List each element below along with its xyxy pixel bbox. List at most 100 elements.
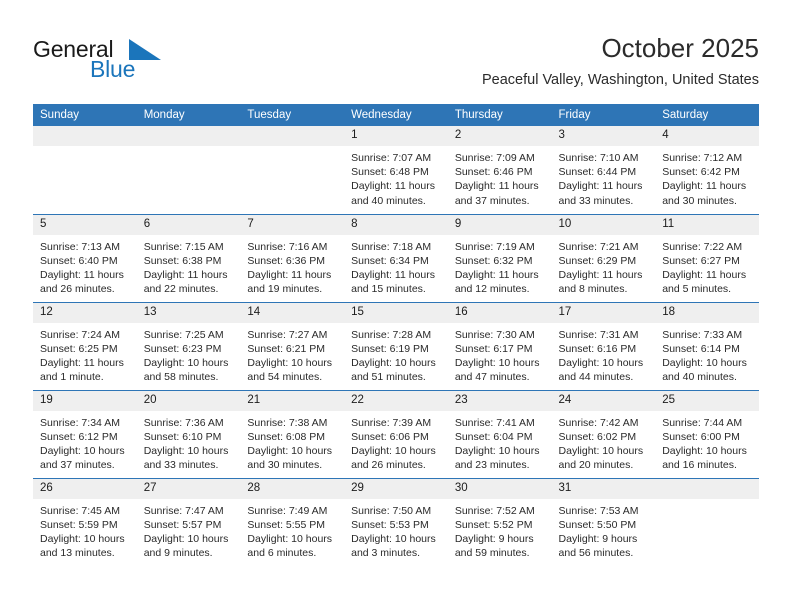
day-number: 21 [240,390,345,411]
sunrise-time: Sunrise: 7:22 AM [662,240,743,253]
daylight-duration-line2: and 26 minutes. [40,283,115,296]
calendar-day-cell[interactable]: 16 Sunrise: 7:30 AM Sunset: 6:17 PM Dayligh… [447,301,552,390]
calendar-day-cell[interactable]: 31 Sunrise: 7:53 AM Sunset: 5:50 PM Dayligh… [551,477,656,566]
daylight-duration-line1: Daylight: 10 hours [558,356,644,369]
daylight-duration-line2: and 54 minutes. [247,371,323,384]
calendar-cell-inner: 27 Sunrise: 7:47 AM Sunset: 5:57 PM Dayligh… [136,478,241,567]
sunrise-sunset-calendar: Sunday Monday Tuesday Wednesday Thursday… [33,104,759,566]
daylight-duration-line2: and 9 minutes. [143,547,213,560]
sunrise-time: Sunrise: 7:19 AM [454,240,535,253]
sunrise-time: Sunrise: 7:18 AM [351,240,432,253]
calendar-day-cell[interactable]: 10 Sunrise: 7:21 AM Sunset: 6:29 PM Dayligh… [551,213,656,302]
daylight-duration-line1: Daylight: 10 hours [247,532,333,545]
sunset-time: Sunset: 5:50 PM [558,518,637,531]
daylight-duration-line2: and 5 minutes. [662,283,732,296]
daylight-duration-line1: Daylight: 10 hours [247,444,333,457]
day-number: 14 [240,302,345,323]
daylight-duration-line1: Daylight: 10 hours [143,444,229,457]
day-details: Sunrise: 7:50 AM Sunset: 5:53 PM Daylight:… [344,499,448,561]
calendar-day-cell[interactable]: 29 Sunrise: 7:50 AM Sunset: 5:53 PM Dayligh… [344,477,448,566]
daylight-duration-line1: Daylight: 10 hours [40,444,125,457]
sunrise-time: Sunrise: 7:36 AM [143,416,224,429]
calendar-cell-inner: 30 Sunrise: 7:52 AM Sunset: 5:52 PM Dayligh… [447,478,552,567]
calendar-week-row: 19 Sunrise: 7:34 AM Sunset: 6:12 PM Dayligh… [33,389,759,478]
daylight-duration-line1: Daylight: 10 hours [143,356,229,369]
calendar-day-cell[interactable]: 7 Sunrise: 7:16 AM Sunset: 6:36 PM Daylight… [240,213,345,302]
calendar-day-cell[interactable]: 4 Sunrise: 7:12 AM Sunset: 6:42 PM Daylight… [655,126,759,214]
sunrise-time: Sunrise: 7:09 AM [454,152,535,164]
calendar-day-cell[interactable]: 12 Sunrise: 7:24 AM Sunset: 6:25 PM Dayligh… [33,301,137,390]
calendar-cell-inner: 21 Sunrise: 7:38 AM Sunset: 6:08 PM Dayligh… [240,390,345,478]
calendar-day-cell[interactable]: 26 Sunrise: 7:45 AM Sunset: 5:59 PM Dayligh… [33,477,137,567]
calendar-day-cell[interactable]: 14 Sunrise: 7:27 AM Sunset: 6:21 PM Dayligh… [240,301,345,390]
daylight-duration-line1: Daylight: 11 hours [454,268,539,281]
sunset-time: Sunset: 6:21 PM [247,342,326,355]
day-number: 19 [33,390,137,411]
calendar-cell-inner [33,126,137,214]
calendar-day-cell[interactable]: 8 Sunrise: 7:18 AM Sunset: 6:34 PM Daylight… [344,213,448,302]
calendar-day-cell[interactable]: 23 Sunrise: 7:41 AM Sunset: 6:04 PM Dayligh… [447,389,552,478]
calendar-day-cell[interactable]: 9 Sunrise: 7:19 AM Sunset: 6:32 PM Daylight… [447,213,552,302]
page-header: General Blue October 2025 Peaceful Valle… [0,0,792,100]
sunrise-time: Sunrise: 7:27 AM [247,328,328,341]
calendar-day-cell[interactable]: 11 Sunrise: 7:22 AM Sunset: 6:27 PM Dayligh… [655,213,759,302]
calendar-day-cell[interactable]: 19 Sunrise: 7:34 AM Sunset: 6:12 PM Dayligh… [33,389,137,478]
day-details: Sunrise: 7:41 AM Sunset: 6:04 PM Daylight:… [448,411,552,473]
calendar-day-cell[interactable]: 30 Sunrise: 7:52 AM Sunset: 5:52 PM Dayligh… [447,477,552,567]
daylight-duration-line2: and 33 minutes. [143,459,219,472]
calendar-day-cell[interactable]: 21 Sunrise: 7:38 AM Sunset: 6:08 PM Dayligh… [240,389,345,478]
day-details: Sunrise: 7:38 AM Sunset: 6:08 PM Daylight:… [240,411,344,473]
calendar-day-cell[interactable]: 1 Sunrise: 7:07 AM Sunset: 6:48 PM Daylight… [344,126,448,214]
daylight-duration-line1: Daylight: 10 hours [351,444,436,457]
calendar-day-cell[interactable]: 5 Sunrise: 7:13 AM Sunset: 6:40 PM Daylight… [33,213,137,302]
calendar-day-cell[interactable]: 24 Sunrise: 7:42 AM Sunset: 6:02 PM Dayligh… [551,389,656,478]
day-details: Sunrise: 7:22 AM Sunset: 6:27 PM Daylight:… [655,235,759,297]
calendar-day-cell[interactable]: 28 Sunrise: 7:49 AM Sunset: 5:55 PM Dayligh… [240,477,345,566]
daylight-duration-line1: Daylight: 10 hours [351,532,436,545]
calendar-day-cell[interactable]: 25 Sunrise: 7:44 AM Sunset: 6:00 PM Dayligh… [655,389,759,478]
calendar-day-cell[interactable]: 27 Sunrise: 7:47 AM Sunset: 5:57 PM Dayligh… [136,477,241,567]
day-details: Sunrise: 7:47 AM Sunset: 5:57 PM Daylight:… [137,499,241,561]
calendar-day-cell[interactable]: 13 Sunrise: 7:25 AM Sunset: 6:23 PM Dayligh… [136,301,241,390]
general-blue-logo[interactable]: General Blue [33,36,273,88]
day-number: 20 [136,390,241,411]
sunrise-time: Sunrise: 7:28 AM [351,328,432,341]
calendar-day-cell[interactable]: 6 Sunrise: 7:15 AM Sunset: 6:38 PM Daylight… [136,213,241,302]
calendar-cell-inner: 26 Sunrise: 7:45 AM Sunset: 5:59 PM Dayligh… [33,478,137,567]
daylight-duration-line2: and 6 minutes. [247,547,317,560]
calendar-cell-inner: 19 Sunrise: 7:34 AM Sunset: 6:12 PM Dayligh… [33,390,137,478]
day-number: 3 [551,126,656,146]
calendar-cell-inner: 17 Sunrise: 7:31 AM Sunset: 6:16 PM Dayligh… [551,302,656,390]
daylight-duration-line1: Daylight: 11 hours [143,268,228,281]
calendar-cell-inner: 20 Sunrise: 7:36 AM Sunset: 6:10 PM Dayligh… [136,390,241,478]
calendar-cell-empty [33,126,137,214]
calendar-day-cell[interactable]: 18 Sunrise: 7:33 AM Sunset: 6:14 PM Dayligh… [655,301,759,390]
sunrise-time: Sunrise: 7:39 AM [351,416,432,429]
calendar-cell-inner: 24 Sunrise: 7:42 AM Sunset: 6:02 PM Dayligh… [551,390,656,478]
day-number: 1 [344,126,448,146]
calendar-day-cell[interactable]: 15 Sunrise: 7:28 AM Sunset: 6:19 PM Dayligh… [344,301,448,390]
calendar-day-cell[interactable]: 17 Sunrise: 7:31 AM Sunset: 6:16 PM Dayligh… [551,301,656,390]
sunrise-time: Sunrise: 7:47 AM [143,504,224,517]
calendar-body: 1 Sunrise: 7:07 AM Sunset: 6:48 PM Daylight… [33,126,759,566]
sunset-time: Sunset: 6:40 PM [40,254,118,267]
daylight-duration-line2: and 33 minutes. [558,194,634,207]
calendar-day-cell[interactable]: 2 Sunrise: 7:09 AM Sunset: 6:46 PM Daylight… [447,126,552,214]
daylight-duration-line2: and 1 minute. [40,371,104,384]
calendar-cell-inner: 25 Sunrise: 7:44 AM Sunset: 6:00 PM Dayligh… [655,390,759,478]
calendar-week-row: 26 Sunrise: 7:45 AM Sunset: 5:59 PM Dayligh… [33,477,759,567]
sunset-time: Sunset: 6:34 PM [351,254,429,267]
page-title: October 2025 [601,33,759,63]
sunrise-time: Sunrise: 7:25 AM [143,328,224,341]
calendar-cell-empty [655,477,759,566]
day-details: Sunrise: 7:27 AM Sunset: 6:21 PM Daylight:… [240,323,344,385]
sunset-time: Sunset: 6:25 PM [40,342,118,355]
daylight-duration-line2: and 30 minutes. [662,194,737,207]
calendar-day-cell[interactable]: 3 Sunrise: 7:10 AM Sunset: 6:44 PM Daylight… [551,126,656,214]
calendar-day-cell[interactable]: 22 Sunrise: 7:39 AM Sunset: 6:06 PM Dayligh… [344,389,448,478]
daylight-duration-line1: Daylight: 11 hours [454,180,539,193]
calendar-day-cell[interactable]: 20 Sunrise: 7:36 AM Sunset: 6:10 PM Dayligh… [136,389,241,478]
sunrise-time: Sunrise: 7:16 AM [247,240,328,253]
day-details: Sunrise: 7:16 AM Sunset: 6:36 PM Daylight:… [240,235,344,297]
day-details: Sunrise: 7:33 AM Sunset: 6:14 PM Daylight:… [655,323,759,385]
